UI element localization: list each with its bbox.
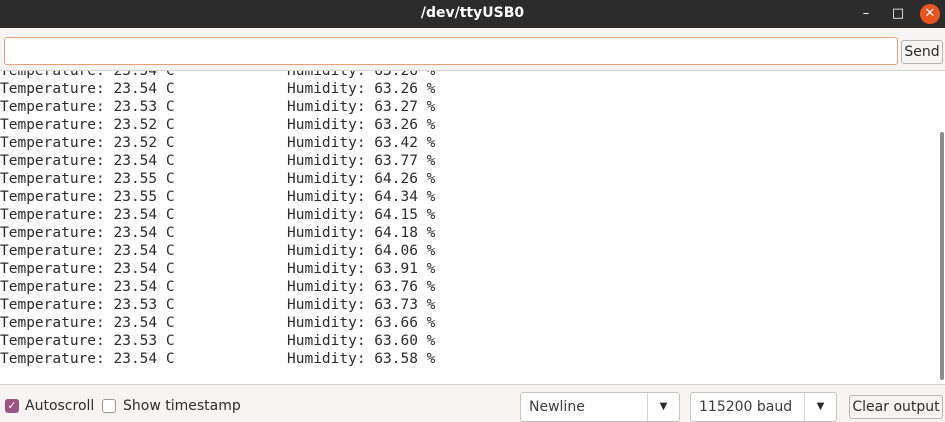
humidity-reading: Humidity: 63.27 %	[287, 99, 436, 115]
chevron-down-icon[interactable]: ▼	[804, 393, 836, 421]
output-line: Temperature: 23.54 C Humidity: 63.91 %	[0, 260, 600, 278]
temperature-reading: Temperature: 23.54 C	[0, 261, 175, 277]
humidity-reading: Humidity: 64.18 %	[287, 225, 436, 241]
serial-output[interactable]: Temperature: 23.54 C Humidity: 63.26 % T…	[0, 70, 945, 385]
humidity-reading: Humidity: 63.60 %	[287, 333, 436, 349]
autoscroll-checkbox[interactable]: ✓	[5, 399, 19, 413]
output-lines: Temperature: 23.54 C Humidity: 63.26 % T…	[0, 70, 600, 368]
output-line: Temperature: 23.53 C Humidity: 63.73 %	[0, 296, 600, 314]
temperature-reading: Temperature: 23.54 C	[0, 70, 175, 79]
temperature-reading: Temperature: 23.53 C	[0, 297, 175, 313]
baud-rate-select[interactable]: 115200 baud ▼	[690, 392, 837, 422]
humidity-reading: Humidity: 63.26 %	[287, 81, 436, 97]
output-scrollbar[interactable]	[937, 70, 945, 385]
scrollbar-thumb[interactable]	[940, 132, 944, 380]
temperature-reading: Temperature: 23.53 C	[0, 99, 175, 115]
maximize-icon[interactable]: □	[888, 4, 908, 24]
temperature-reading: Temperature: 23.54 C	[0, 315, 175, 331]
output-line: Temperature: 23.54 C Humidity: 63.77 %	[0, 152, 600, 170]
temperature-reading: Temperature: 23.54 C	[0, 225, 175, 241]
temperature-reading: Temperature: 23.55 C	[0, 189, 175, 205]
temperature-reading: Temperature: 23.54 C	[0, 207, 175, 223]
temperature-reading: Temperature: 23.52 C	[0, 135, 175, 151]
output-line: Temperature: 23.54 C Humidity: 63.66 %	[0, 314, 600, 332]
humidity-reading: Humidity: 63.42 %	[287, 135, 436, 151]
temperature-reading: Temperature: 23.53 C	[0, 333, 175, 349]
output-line: Temperature: 23.55 C Humidity: 64.26 %	[0, 170, 600, 188]
humidity-reading: Humidity: 63.26 %	[287, 70, 436, 79]
humidity-reading: Humidity: 63.91 %	[287, 261, 436, 277]
humidity-reading: Humidity: 64.15 %	[287, 207, 436, 223]
humidity-reading: Humidity: 63.77 %	[287, 153, 436, 169]
line-ending-select[interactable]: Newline ▼	[520, 392, 680, 422]
timestamp-label[interactable]: Show timestamp	[123, 398, 241, 414]
temperature-reading: Temperature: 23.54 C	[0, 351, 175, 367]
output-line: Temperature: 23.54 C Humidity: 64.06 %	[0, 242, 600, 260]
close-icon[interactable]: ✕	[920, 4, 940, 24]
humidity-reading: Humidity: 63.73 %	[287, 297, 436, 313]
footer-bar: ✓ Autoscroll Show timestamp Newline ▼ 11…	[0, 386, 945, 422]
humidity-reading: Humidity: 63.76 %	[287, 279, 436, 295]
timestamp-checkbox[interactable]	[102, 399, 116, 413]
temperature-reading: Temperature: 23.54 C	[0, 279, 175, 295]
output-line: Temperature: 23.53 C Humidity: 63.60 %	[0, 332, 600, 350]
temperature-reading: Temperature: 23.52 C	[0, 117, 175, 133]
humidity-reading: Humidity: 63.66 %	[287, 315, 436, 331]
output-line: Temperature: 23.54 C Humidity: 63.58 %	[0, 350, 600, 368]
window-title: /dev/ttyUSB0	[420, 5, 525, 21]
clear-output-button[interactable]: Clear output	[849, 395, 943, 419]
output-line: Temperature: 23.52 C Humidity: 63.26 %	[0, 116, 600, 134]
humidity-reading: Humidity: 64.06 %	[287, 243, 436, 259]
send-button[interactable]: Send	[901, 40, 943, 64]
humidity-reading: Humidity: 63.58 %	[287, 351, 436, 367]
output-line: Temperature: 23.54 C Humidity: 63.26 %	[0, 70, 600, 80]
output-line: Temperature: 23.54 C Humidity: 64.18 %	[0, 224, 600, 242]
chevron-down-icon[interactable]: ▼	[647, 393, 679, 421]
humidity-reading: Humidity: 63.26 %	[287, 117, 436, 133]
baud-rate-value: 115200 baud	[699, 399, 793, 415]
humidity-reading: Humidity: 64.26 %	[287, 171, 436, 187]
temperature-reading: Temperature: 23.55 C	[0, 171, 175, 187]
output-line: Temperature: 23.54 C Humidity: 63.76 %	[0, 278, 600, 296]
temperature-reading: Temperature: 23.54 C	[0, 153, 175, 169]
output-line: Temperature: 23.52 C Humidity: 63.42 %	[0, 134, 600, 152]
title-bar: /dev/ttyUSB0 – □ ✕	[0, 0, 945, 28]
autoscroll-label[interactable]: Autoscroll	[25, 398, 94, 414]
output-line: Temperature: 23.54 C Humidity: 64.15 %	[0, 206, 600, 224]
output-line: Temperature: 23.53 C Humidity: 63.27 %	[0, 98, 600, 116]
send-input[interactable]	[4, 37, 898, 65]
humidity-reading: Humidity: 64.34 %	[287, 189, 436, 205]
output-line: Temperature: 23.54 C Humidity: 63.26 %	[0, 80, 600, 98]
minimize-icon[interactable]: –	[856, 4, 876, 24]
temperature-reading: Temperature: 23.54 C	[0, 81, 175, 97]
line-ending-value: Newline	[529, 399, 585, 415]
output-line: Temperature: 23.55 C Humidity: 64.34 %	[0, 188, 600, 206]
temperature-reading: Temperature: 23.54 C	[0, 243, 175, 259]
